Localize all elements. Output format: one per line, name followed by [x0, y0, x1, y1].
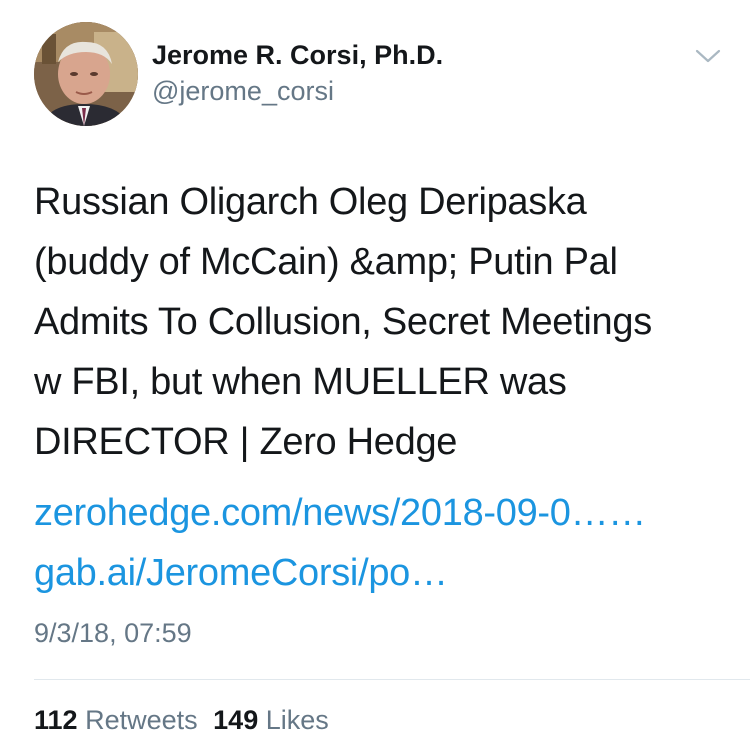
author-handle[interactable]: @jerome_corsi: [152, 76, 334, 107]
retweets-label: Retweets: [85, 705, 198, 735]
likes-label: Likes: [265, 705, 329, 735]
tweet-link-zerohedge[interactable]: zerohedge.com/news/2018-09-0……: [34, 492, 646, 535]
retweets-stat[interactable]: 112 Retweets: [34, 705, 198, 736]
divider: [34, 679, 750, 680]
retweets-count: 112: [34, 705, 78, 735]
tweet-text-line: w FBI, but when MUELLER was: [34, 361, 567, 403]
tweet-text-line: Russian Oligarch Oleg Deripaska: [34, 181, 587, 223]
tweet-timestamp[interactable]: 9/3/18, 07:59: [34, 618, 192, 649]
author-display-name[interactable]: Jerome R. Corsi, Ph.D.: [152, 40, 443, 71]
tweet-detail: Jerome R. Corsi, Ph.D. @jerome_corsi Rus…: [0, 0, 750, 746]
tweet-text: Russian Oligarch Oleg Deripaska (buddy o…: [34, 172, 724, 472]
tweet-text-line: DIRECTOR | Zero Hedge: [34, 421, 458, 463]
tweet-text-line: Admits To Collusion, Secret Meetings: [34, 301, 652, 343]
chevron-down-icon[interactable]: [694, 46, 722, 66]
profile-photo-icon: [34, 22, 138, 126]
tweet-link-gab[interactable]: gab.ai/JeromeCorsi/po…: [34, 552, 448, 595]
tweet-text-line: (buddy of McCain) &amp; Putin Pal: [34, 241, 618, 283]
likes-stat[interactable]: 149 Likes: [213, 705, 329, 736]
avatar[interactable]: [34, 22, 138, 126]
tweet-stats: 112 Retweets 149 Likes: [34, 705, 337, 736]
likes-count: 149: [213, 705, 259, 735]
